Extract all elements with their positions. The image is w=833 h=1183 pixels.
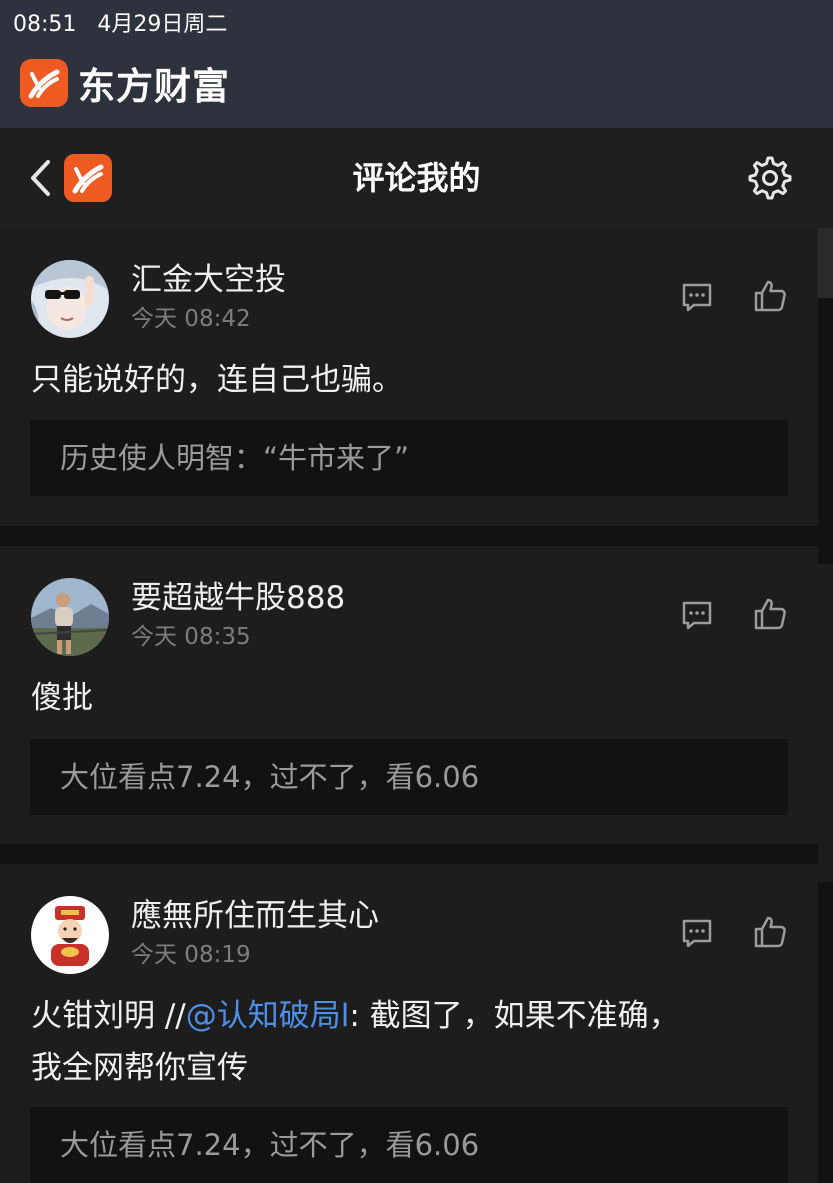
quoted-post[interactable]: 大位看点7.24，过不了，看6.06 [30, 739, 788, 815]
status-time: 08:51 [13, 12, 77, 37]
reply-button[interactable] [680, 598, 714, 632]
comment-card: 要超越牛股888 今天 08:35 傻批 大位看点7.24，过不了，看6.06 [0, 546, 818, 844]
comment-card: 應無所住而生其心 今天 08:19 火钳刘明 //@认知破局l: 截图了，如果不… [0, 864, 818, 1183]
settings-button[interactable] [746, 154, 794, 206]
comment-text-prefix: 火钳刘明 // [31, 998, 186, 1034]
avatar[interactable] [31, 260, 109, 338]
scroll-indicator [818, 564, 833, 882]
scroll-indicator [818, 228, 833, 298]
quoted-post-text: 大位看点7.24，过不了，看6.06 [60, 760, 480, 794]
status-bar: 08:51 4月29日周二 东方财富 [0, 0, 833, 128]
status-date: 4月29日周二 [97, 12, 228, 37]
comment-icon [682, 601, 712, 630]
quoted-post[interactable]: 历史使人明智：“牛市来了” [30, 420, 788, 496]
avatar[interactable] [31, 896, 109, 974]
thumbs-up-icon [754, 598, 786, 630]
like-button[interactable] [752, 596, 788, 632]
like-button[interactable] [752, 278, 788, 314]
mention-link[interactable]: @认知破局l [186, 998, 350, 1034]
quoted-post-text: 历史使人明智：“牛市来了” [60, 441, 410, 475]
comment-text: 只能说好的，连自己也骗。 [31, 354, 791, 406]
nav-bar: 评论我的 [0, 128, 833, 228]
comment-time: 今天 08:35 [131, 624, 251, 650]
quoted-post-text: 大位看点7.24，过不了，看6.06 [60, 1128, 480, 1162]
app-logo-icon [20, 59, 68, 107]
status-time-date: 08:51 4月29日周二 [13, 6, 227, 38]
comment-text-content: 只能说好的，连自己也骗。 [31, 362, 403, 398]
app-brand: 东方财富 [20, 58, 230, 108]
comment-author[interactable]: 汇金大空投 [131, 260, 286, 300]
gear-icon [748, 156, 792, 200]
comment-author[interactable]: 要超越牛股888 [131, 578, 345, 618]
comment-text-line2: 我全网帮你宣传 [31, 1050, 248, 1086]
comment-icon [682, 919, 712, 948]
like-button[interactable] [752, 914, 788, 950]
app-name: 东方财富 [78, 65, 230, 108]
comment-time: 今天 08:42 [131, 306, 251, 332]
comment-time: 今天 08:19 [131, 942, 251, 968]
reply-button[interactable] [680, 916, 714, 950]
comment-text: 火钳刘明 //@认知破局l: 截图了，如果不准确， 我全网帮你宣传 [31, 990, 791, 1094]
reply-button[interactable] [680, 280, 714, 314]
comment-text: 傻批 [31, 672, 791, 724]
comment-author[interactable]: 應無所住而生其心 [131, 896, 379, 936]
comment-text-suffix: : 截图了，如果不准确， [349, 998, 680, 1034]
quoted-post[interactable]: 大位看点7.24，过不了，看6.06 [30, 1107, 788, 1183]
thumbs-up-icon [754, 916, 786, 948]
thumbs-up-icon [754, 280, 786, 312]
comment-text-content: 傻批 [31, 680, 93, 716]
comment-icon [682, 283, 712, 312]
avatar[interactable] [31, 578, 109, 656]
comment-card: 汇金大空投 今天 08:42 只能说好的，连自己也骗。 历史使人明智：“牛市来了… [0, 228, 818, 526]
page-title: 评论我的 [352, 159, 481, 197]
